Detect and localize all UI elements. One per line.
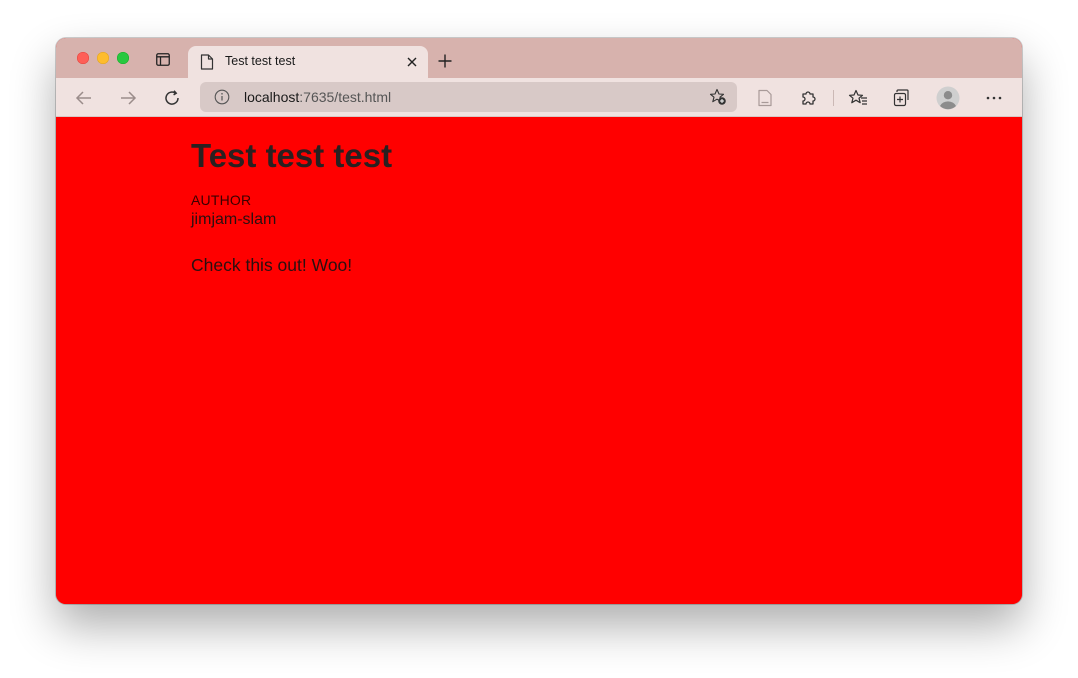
browser-window: Test test test localhost:7635/test.html … — [56, 38, 1022, 604]
arrow-left-icon[interactable] — [74, 88, 94, 108]
browser-toolbar: localhost:7635/test.html — [56, 78, 1022, 117]
url-text[interactable]: localhost:7635/test.html — [244, 89, 391, 105]
more-icon[interactable] — [984, 88, 1004, 108]
info-icon[interactable] — [214, 89, 230, 105]
close-tab-icon[interactable] — [406, 56, 418, 68]
tab-title: Test test test — [225, 54, 296, 68]
address-bar[interactable]: localhost:7635/test.html — [200, 82, 737, 112]
page-title: Test test test — [191, 137, 393, 174]
favorites-icon[interactable] — [848, 88, 868, 108]
puzzle-icon[interactable] — [799, 88, 819, 108]
minimize-window-button[interactable] — [97, 52, 109, 64]
tab-strip: Test test test — [56, 38, 1022, 78]
tab-actions-icon[interactable] — [156, 53, 170, 66]
collections-icon[interactable] — [892, 88, 912, 108]
reading-view-icon[interactable] — [755, 88, 775, 108]
toolbar-divider — [833, 90, 834, 106]
arrow-right-icon[interactable] — [118, 88, 138, 108]
article: Test test test AUTHOR jimjam-slam Check … — [191, 135, 392, 277]
maximize-window-button[interactable] — [117, 52, 129, 64]
plus-icon[interactable] — [437, 53, 453, 69]
url-path: :7635/test.html — [299, 89, 392, 105]
reload-icon[interactable] — [162, 88, 182, 108]
author-label: AUTHOR — [191, 192, 252, 208]
page-viewport: Test test test AUTHOR jimjam-slam Check … — [56, 117, 1022, 604]
body-text: Check this out! Woo! — [191, 255, 353, 275]
tab-active[interactable]: Test test test — [188, 46, 428, 78]
close-window-button[interactable] — [77, 52, 89, 64]
profile-avatar-icon[interactable] — [936, 86, 960, 110]
author-name: jimjam-slam — [191, 211, 277, 228]
url-host: localhost — [244, 89, 300, 105]
star-add-icon[interactable] — [709, 88, 727, 106]
page-icon — [200, 54, 214, 70]
